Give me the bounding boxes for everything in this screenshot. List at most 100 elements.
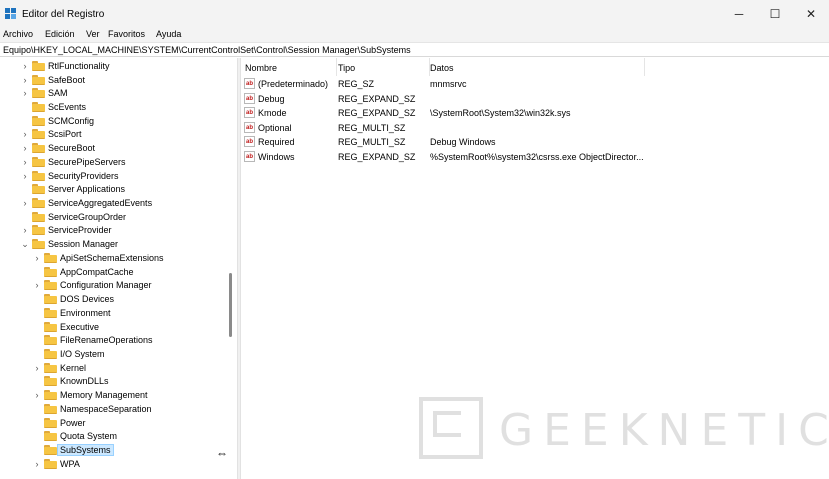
- chevron-right-icon[interactable]: ›: [32, 390, 42, 400]
- tree-item[interactable]: Environment: [0, 306, 227, 320]
- tree-item[interactable]: Quota System: [0, 429, 227, 443]
- maximize-button[interactable]: ☐: [757, 0, 793, 28]
- value-data: Debug Windows: [430, 137, 496, 148]
- tree-item-label: SafeBoot: [48, 74, 86, 85]
- tree-item[interactable]: › ApiSetSchemaExtensions: [0, 251, 227, 265]
- tree-item-label: SCMConfig: [48, 115, 95, 126]
- tree-item[interactable]: › Configuration Manager: [0, 279, 227, 293]
- tree-item[interactable]: Executive: [0, 320, 227, 334]
- tree-item[interactable]: › SecurityProviders: [0, 169, 227, 183]
- tree-item-label: WPA: [60, 458, 80, 469]
- string-value-icon: ab: [244, 136, 255, 148]
- close-button[interactable]: ✕: [793, 0, 829, 28]
- chevron-right-icon[interactable]: ›: [20, 75, 30, 85]
- tree-item[interactable]: Server Applications: [0, 182, 227, 196]
- tree-item[interactable]: › RtlFunctionality: [0, 59, 227, 73]
- chevron-right-icon[interactable]: ›: [32, 459, 42, 469]
- tree-item[interactable]: FileRenameOperations: [0, 333, 227, 347]
- tree-scrollbar-thumb[interactable]: [229, 273, 232, 337]
- tree-item-label: Environment: [60, 307, 111, 318]
- folder-icon: [32, 102, 45, 112]
- chevron-right-icon[interactable]: ›: [32, 280, 42, 290]
- tree-item-label: ServiceProvider: [48, 225, 112, 236]
- value-row[interactable]: ab Debug REG_EXPAND_SZ: [241, 92, 829, 108]
- tree-item[interactable]: › ScsiPort: [0, 128, 227, 142]
- chevron-right-icon[interactable]: ›: [20, 225, 30, 235]
- chevron-right-icon[interactable]: ›: [20, 143, 30, 153]
- tree-item[interactable]: › ServiceProvider: [0, 224, 227, 238]
- tree-item-label: ServiceAggregatedEvents: [48, 198, 153, 209]
- tree-item[interactable]: ⌄ Session Manager: [0, 237, 227, 251]
- value-row[interactable]: ab Required REG_MULTI_SZ Debug Windows: [241, 136, 829, 151]
- tree-item[interactable]: ScEvents: [0, 100, 227, 114]
- tree-item-label: ScEvents: [48, 102, 87, 112]
- folder-icon: [32, 115, 45, 126]
- tree-item[interactable]: ServiceGroupOrder: [0, 210, 227, 224]
- key-tree[interactable]: › RtlFunctionality › SafeBoot › SAM ScEvents SC…: [0, 58, 237, 479]
- value-name: Optional: [258, 122, 292, 133]
- column-header-datos[interactable]: Datos: [430, 58, 645, 76]
- value-row[interactable]: ab Optional REG_MULTI_SZ: [241, 121, 829, 137]
- chevron-right-icon[interactable]: ›: [20, 198, 30, 208]
- tree-item-label: Quota System: [60, 431, 118, 442]
- chevron-right-icon[interactable]: ›: [32, 363, 42, 373]
- tree-item-label: SAM: [48, 88, 68, 99]
- tree-item[interactable]: › SafeBoot: [0, 73, 227, 87]
- tree-item[interactable]: DOS Devices: [0, 292, 227, 306]
- watermark-text: GEEKNETIC: [499, 405, 829, 456]
- tree-item[interactable]: › Memory Management: [0, 388, 227, 402]
- title-bar: Editor del Registro ─ ☐ ✕: [0, 0, 829, 28]
- value-row[interactable]: ab Windows REG_EXPAND_SZ %SystemRoot%\syste…: [241, 151, 829, 166]
- folder-icon: [44, 362, 57, 373]
- folder-icon: [32, 198, 45, 209]
- tree-item[interactable]: › Kernel: [0, 361, 227, 375]
- column-header-tipo[interactable]: Tipo: [338, 58, 430, 76]
- value-row[interactable]: ab Kmode REG_EXPAND_SZ \SystemRoot\System32…: [241, 107, 829, 122]
- minimize-button[interactable]: ─: [721, 0, 757, 28]
- menu-ayuda[interactable]: Ayuda: [156, 29, 181, 39]
- tree-item[interactable]: › SecureBoot: [0, 141, 227, 155]
- column-header-nombre[interactable]: Nombre: [245, 58, 337, 76]
- menu-edicion[interactable]: Edición: [45, 29, 75, 39]
- tree-item[interactable]: › SecurePipeServers: [0, 155, 227, 169]
- address-bar[interactable]: Equipo\HKEY_LOCAL_MACHINE\SYSTEM\Current…: [0, 42, 829, 57]
- tree-item-label: SecureBoot: [48, 143, 96, 154]
- tree-item[interactable]: SCMConfig: [0, 114, 227, 128]
- tree-item[interactable]: NamespaceSeparation: [0, 402, 227, 416]
- tree-item[interactable]: › ServiceAggregatedEvents: [0, 196, 227, 210]
- tree-scrollbar[interactable]: [227, 58, 235, 479]
- value-row[interactable]: ab (Predeterminado) REG_SZ mnmsrvc: [241, 78, 829, 93]
- tree-item[interactable]: Power: [0, 416, 227, 430]
- watermark-box-inner: [433, 411, 461, 437]
- folder-icon: [32, 239, 45, 250]
- minimize-icon: ─: [734, 7, 744, 21]
- chevron-right-icon[interactable]: ›: [20, 129, 30, 139]
- column-label: Datos: [430, 63, 454, 73]
- tree-item-label: Power: [60, 417, 86, 428]
- menu-bar: Archivo Edición Ver Favoritos Ayuda: [0, 28, 829, 42]
- chevron-right-icon[interactable]: ›: [20, 157, 30, 167]
- chevron-right-icon[interactable]: ›: [32, 253, 42, 263]
- tree-item-label: I/O System: [60, 348, 105, 359]
- tree-item-label: SubSystems: [57, 444, 114, 456]
- chevron-right-icon[interactable]: ›: [20, 88, 30, 98]
- menu-favoritos[interactable]: Favoritos: [108, 29, 145, 39]
- tree-item[interactable]: I/O System: [0, 347, 227, 361]
- menu-archivo[interactable]: Archivo: [3, 29, 33, 39]
- tree-item[interactable]: KnownDLLs: [0, 375, 227, 389]
- menu-ver[interactable]: Ver: [86, 29, 100, 39]
- address-path[interactable]: Equipo\HKEY_LOCAL_MACHINE\SYSTEM\Current…: [3, 45, 411, 55]
- tree-item[interactable]: AppCompatCache: [0, 265, 227, 279]
- chevron-right-icon[interactable]: ›: [20, 61, 30, 71]
- tree-item[interactable]: › SAM: [0, 86, 227, 100]
- tree-item-label: SecurePipeServers: [48, 156, 126, 167]
- chevron-right-icon[interactable]: ›: [20, 171, 30, 181]
- tree-item-label: AppCompatCache: [60, 266, 134, 277]
- folder-icon: [44, 458, 57, 469]
- chevron-down-icon[interactable]: ⌄: [20, 239, 30, 250]
- tree-item[interactable]: › WPA: [0, 457, 227, 471]
- tree-item[interactable]: SubSystems: [0, 443, 227, 457]
- folder-icon: [44, 431, 57, 442]
- folder-icon: [44, 294, 57, 305]
- regedit-icon: [5, 8, 16, 19]
